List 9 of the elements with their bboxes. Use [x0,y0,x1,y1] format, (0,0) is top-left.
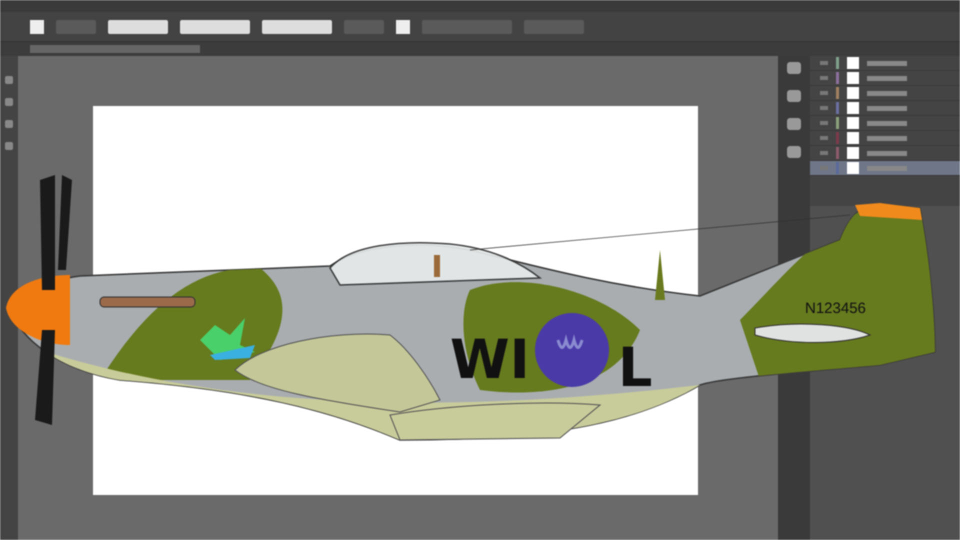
serial-number: N123456 [805,300,866,317]
layer-row[interactable] [810,131,960,146]
layer-row[interactable] [810,71,960,86]
layer-row[interactable] [810,116,960,131]
layer-row[interactable] [810,101,960,116]
layer-row[interactable] [810,161,960,176]
layer-row[interactable] [810,86,960,101]
aircraft-letter: L [618,336,652,399]
layer-row[interactable] [810,56,960,71]
